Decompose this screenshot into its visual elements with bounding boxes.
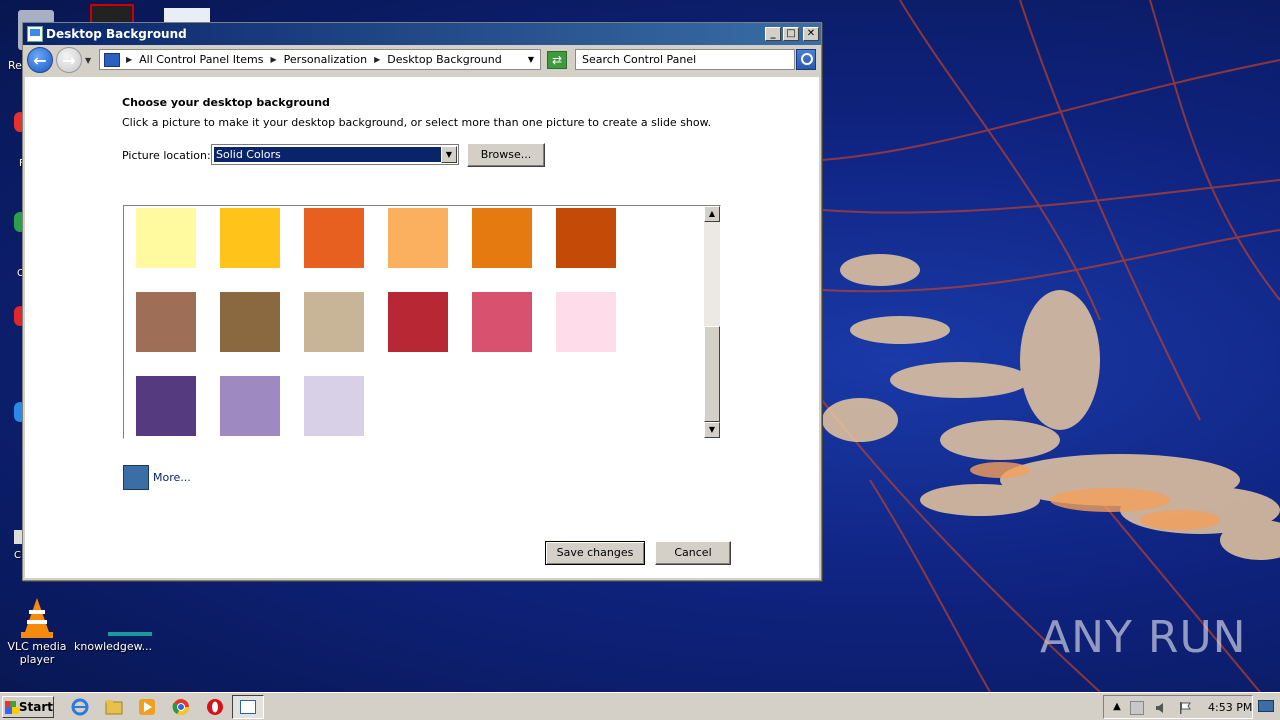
- color-swatch[interactable]: [220, 376, 280, 436]
- more-colors-link[interactable]: More...: [153, 471, 191, 484]
- taskbar-window-desktop-background[interactable]: [232, 695, 264, 719]
- color-swatch[interactable]: [136, 292, 196, 352]
- scrollbar-thumb[interactable]: [704, 326, 720, 422]
- color-swatch[interactable]: [472, 208, 532, 268]
- desktop-icon-label: knowledgew...: [74, 640, 153, 653]
- back-arrow-icon: ←: [33, 50, 47, 70]
- volume-icon[interactable]: [1154, 701, 1168, 715]
- forward-arrow-icon: →: [62, 50, 76, 70]
- color-swatch[interactable]: [304, 376, 364, 436]
- content-area: Choose your desktop background Click a p…: [25, 77, 819, 578]
- color-swatch[interactable]: [472, 292, 532, 352]
- color-swatch[interactable]: [220, 208, 280, 268]
- desktop-icon-knowledge[interactable]: knowledgew...: [74, 596, 153, 653]
- control-panel-icon: [27, 26, 43, 42]
- vertical-scrollbar[interactable]: ▲ ▼: [704, 206, 720, 438]
- refresh-icon: ⇄: [551, 53, 563, 67]
- navigation-bar: ← → ▼ ▶ All Control Panel Items ▶ Person…: [23, 45, 821, 75]
- color-swatch[interactable]: [136, 376, 196, 436]
- desktop-icon-label: VLC media player: [7, 640, 67, 666]
- control-panel-icon: [104, 52, 120, 67]
- forward-button[interactable]: →: [56, 47, 82, 73]
- more-colors-swatch[interactable]: [123, 465, 149, 490]
- color-swatch[interactable]: [556, 292, 616, 352]
- system-clock[interactable]: 4:53 PM: [1208, 701, 1252, 714]
- title-bar[interactable]: Desktop Background _ □ ✕: [23, 23, 821, 45]
- breadcrumb-personalization[interactable]: Personalization: [284, 53, 367, 66]
- desktop-edge-label: C: [14, 550, 21, 561]
- color-swatch[interactable]: [304, 292, 364, 352]
- save-changes-button[interactable]: Save changes: [545, 541, 645, 565]
- scroll-down-button[interactable]: ▼: [704, 422, 720, 438]
- ie-icon[interactable]: [70, 697, 90, 717]
- windows-flag-icon: [5, 700, 19, 714]
- taskbar: Start ▲ 4:53 PM: [0, 692, 1280, 720]
- address-dropdown-icon[interactable]: ▼: [528, 55, 534, 64]
- start-label: Start: [18, 700, 53, 714]
- browse-button[interactable]: Browse...: [467, 143, 545, 167]
- maximize-button[interactable]: □: [783, 27, 799, 41]
- recent-pages-dropdown-icon[interactable]: ▼: [85, 56, 91, 65]
- vlc-cone-icon: [17, 596, 57, 638]
- cancel-button[interactable]: Cancel: [655, 541, 731, 565]
- refresh-button[interactable]: ⇄: [547, 51, 567, 69]
- back-button[interactable]: ←: [27, 47, 53, 73]
- file-icon: [92, 596, 152, 636]
- desktop-background-window: Desktop Background _ □ ✕ ← → ▼ ▶ All Con…: [22, 22, 822, 581]
- scroll-up-button[interactable]: ▲: [704, 206, 720, 222]
- page-description: Click a picture to make it your desktop …: [122, 116, 712, 129]
- chevron-right-icon[interactable]: ▶: [271, 55, 277, 64]
- chevron-right-icon[interactable]: ▶: [126, 55, 132, 64]
- color-swatch[interactable]: [556, 208, 616, 268]
- picture-location-select[interactable]: Solid Colors ▼: [211, 144, 459, 165]
- start-button[interactable]: Start: [2, 696, 54, 718]
- picture-location-label: Picture location:: [122, 149, 211, 162]
- window-title: Desktop Background: [46, 27, 187, 41]
- network-icon[interactable]: [1130, 701, 1144, 715]
- breadcrumb-all-items[interactable]: All Control Panel Items: [139, 53, 263, 66]
- color-swatch-grid: ▲ ▼: [123, 205, 721, 439]
- chrome-icon[interactable]: [171, 697, 191, 717]
- action-center-flag-icon[interactable]: [1178, 701, 1192, 715]
- minimize-button[interactable]: _: [765, 27, 781, 41]
- control-panel-icon: [240, 700, 256, 714]
- close-button[interactable]: ✕: [803, 27, 819, 41]
- chevron-down-icon[interactable]: ▼: [441, 146, 457, 163]
- page-heading: Choose your desktop background: [122, 96, 330, 109]
- watermark-text: ANY RUN: [1040, 612, 1247, 663]
- color-swatch[interactable]: [388, 208, 448, 268]
- show-hidden-icons-chevron-icon[interactable]: ▲: [1110, 701, 1124, 715]
- address-bar[interactable]: ▶ All Control Panel Items ▶ Personalizat…: [99, 49, 541, 70]
- color-swatch[interactable]: [220, 292, 280, 352]
- desktop-icon-vlc[interactable]: VLC media player: [0, 596, 74, 666]
- chevron-right-icon[interactable]: ▶: [374, 55, 380, 64]
- desktop-edge-label: Re: [8, 59, 22, 72]
- taskmgr-icon[interactable]: [90, 4, 134, 24]
- color-swatch[interactable]: [136, 208, 196, 268]
- search-input[interactable]: Search Control Panel: [575, 49, 795, 70]
- breadcrumb-desktop-background[interactable]: Desktop Background: [387, 53, 502, 66]
- color-swatch[interactable]: [388, 292, 448, 352]
- media-player-icon[interactable]: [137, 697, 157, 717]
- color-swatch[interactable]: [304, 208, 364, 268]
- opera-icon[interactable]: [205, 697, 225, 717]
- search-button[interactable]: [796, 49, 816, 70]
- show-desktop-button[interactable]: [1258, 700, 1274, 712]
- picture-location-value: Solid Colors: [214, 147, 442, 162]
- explorer-folder-icon[interactable]: [104, 697, 124, 717]
- watermark: ANY RUN: [1040, 612, 1247, 663]
